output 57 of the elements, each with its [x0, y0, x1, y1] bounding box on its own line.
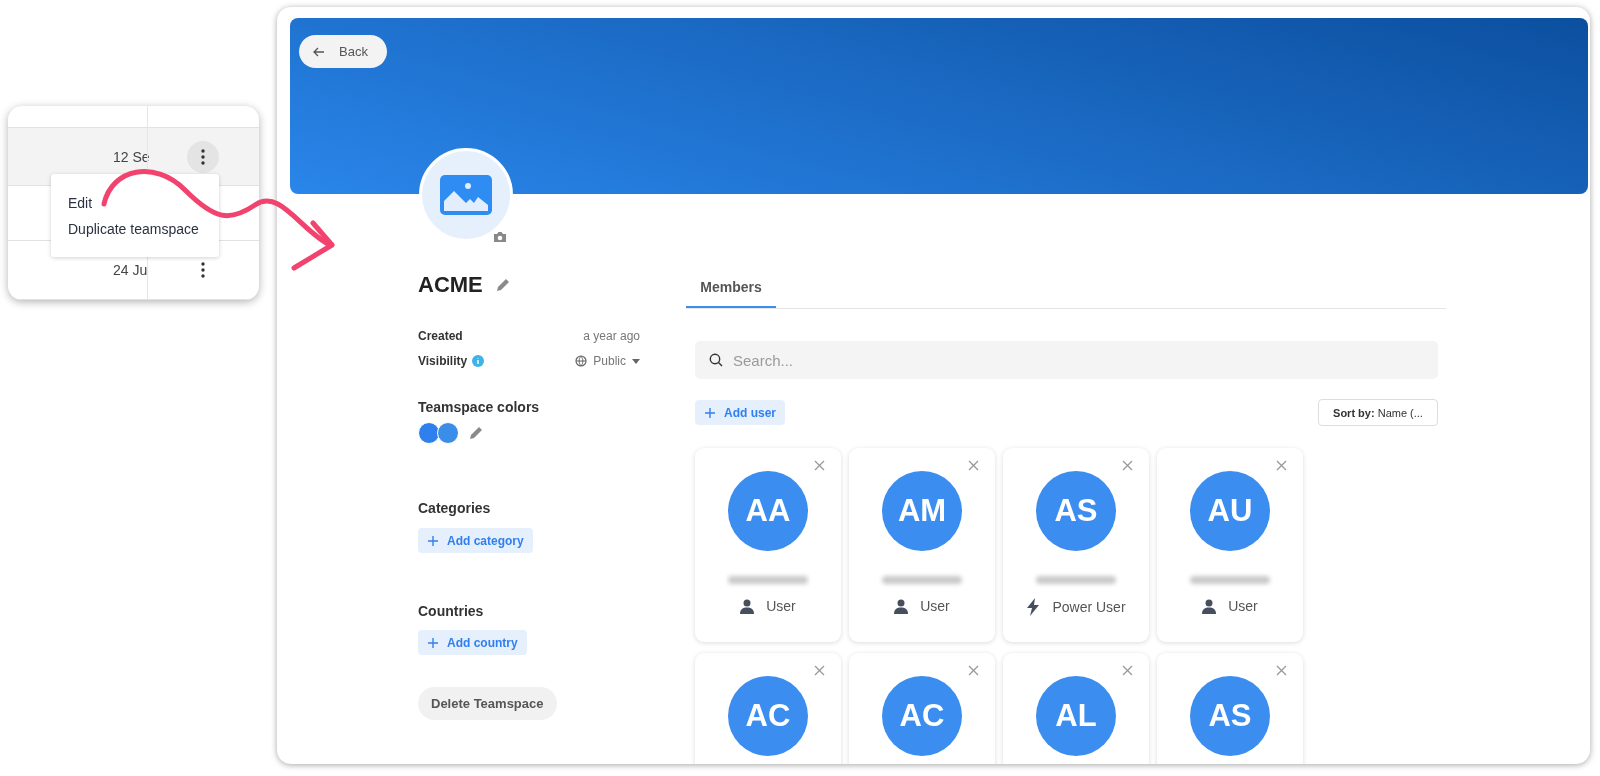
role-label: User — [1228, 598, 1258, 614]
initials-avatar: AS — [1190, 676, 1270, 756]
field-label: Created — [418, 329, 463, 343]
teamspace-name: ACME — [418, 272, 483, 298]
plus-icon — [427, 534, 439, 547]
person-icon — [894, 598, 909, 614]
field-value: a year ago — [583, 329, 640, 343]
sort-dropdown[interactable]: Sort by: Name (... — [1318, 399, 1438, 426]
initials-avatar: AA — [728, 471, 808, 551]
more-button[interactable] — [187, 140, 219, 173]
initials-avatar: AU — [1190, 471, 1270, 551]
back-button[interactable]: Back — [299, 35, 387, 68]
role-label: Power User — [1052, 599, 1126, 615]
close-icon[interactable] — [1276, 665, 1287, 676]
field-label: Visibility — [418, 354, 468, 368]
search-icon — [709, 353, 723, 367]
search-field[interactable]: Search... — [695, 341, 1438, 379]
section-label: Categories — [418, 499, 491, 518]
initials-avatar: AC — [728, 676, 808, 756]
close-icon[interactable] — [968, 460, 979, 471]
globe-icon — [575, 355, 588, 367]
visibility-dropdown[interactable]: Public — [575, 354, 640, 368]
role-label: User — [766, 598, 796, 614]
kebab-icon — [201, 148, 205, 165]
delete-button[interactable]: Delete Teamspace — [418, 687, 557, 720]
initials-avatar: AS — [1036, 471, 1116, 551]
person-icon — [1202, 598, 1217, 614]
close-icon[interactable] — [1122, 665, 1133, 676]
initials-avatar: AC — [882, 676, 962, 756]
close-icon[interactable] — [1122, 460, 1133, 471]
camera-icon[interactable] — [493, 231, 507, 243]
role-label: User — [920, 598, 950, 614]
caret-icon — [632, 358, 640, 364]
arrow-left-icon — [313, 46, 325, 57]
initials-avatar: AM — [882, 471, 962, 551]
menu-item[interactable]: Duplicate teamspace — [68, 220, 199, 237]
date-text: 24 Ju — [113, 262, 148, 278]
close-icon[interactable] — [1276, 460, 1287, 471]
plus-icon — [427, 636, 439, 649]
pencil-icon — [468, 425, 484, 441]
tab[interactable]: Members — [686, 268, 776, 308]
color-swatch[interactable] — [437, 422, 459, 444]
image-icon — [440, 175, 492, 215]
section-label: Teamspace colors — [418, 398, 540, 417]
pencil-icon — [494, 277, 511, 293]
person-icon — [740, 598, 755, 614]
kebab-icon — [201, 262, 205, 278]
menu-item[interactable]: Edit — [68, 194, 93, 211]
close-icon[interactable] — [814, 665, 825, 676]
close-icon[interactable] — [968, 665, 979, 676]
close-icon[interactable] — [814, 460, 825, 471]
color-swatch[interactable] — [418, 422, 440, 444]
initials-avatar: AL — [1036, 676, 1116, 756]
section-label: Countries — [418, 602, 484, 621]
info-icon[interactable] — [472, 355, 485, 367]
plus-icon — [704, 406, 716, 419]
lightning-icon — [1026, 598, 1041, 616]
